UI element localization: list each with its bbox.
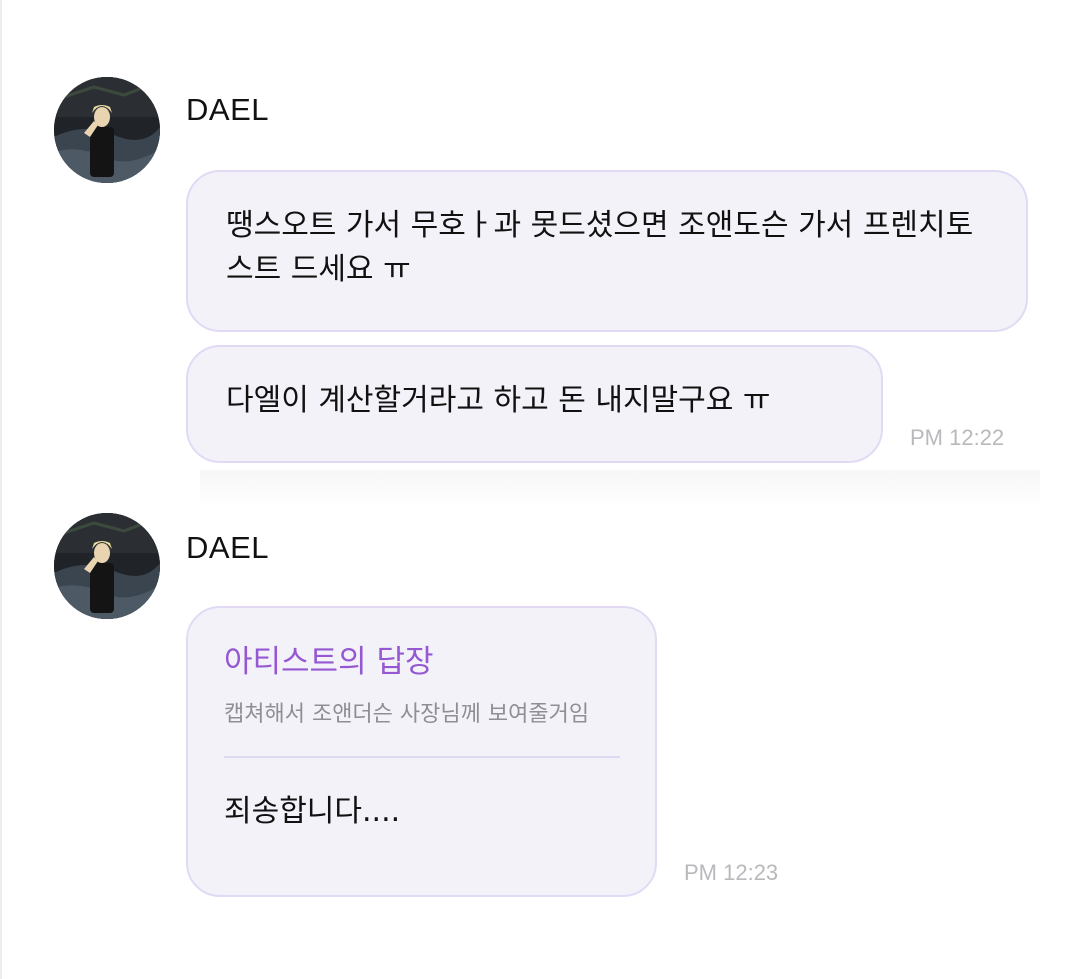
sender-avatar[interactable] (54, 513, 160, 619)
message-text: 땡스오트 가서 무호ㅏ과 못드셨으면 조앤도슨 가서 프렌치토스트 드세요 ㅠ (226, 208, 974, 287)
separator-shadow (200, 470, 1040, 508)
reply-text: 죄송합니다.... (224, 794, 401, 829)
sender-name: DAEL (186, 530, 269, 565)
artist-reply-title: 아티스트의 답장 (224, 644, 434, 680)
reply-divider (224, 756, 620, 758)
message-bubble[interactable]: 땡스오트 가서 무호ㅏ과 못드셨으면 조앤도슨 가서 프렌치토스트 드세요 ㅠ (186, 170, 1028, 332)
quoted-message: 캡쳐해서 조앤더슨 사장님께 보여줄거임 (224, 702, 590, 727)
reply-bubble[interactable]: 아티스트의 답장 캡쳐해서 조앤더슨 사장님께 보여줄거임 죄송합니다.... (186, 606, 657, 897)
message-text: 다엘이 계산할거라고 하고 돈 내지말구요 ㅠ (226, 383, 771, 418)
sender-avatar[interactable] (54, 77, 160, 183)
sender-name: DAEL (186, 92, 269, 127)
message-timestamp: PM 12:22 (910, 425, 1005, 450)
screen-edge (0, 0, 2, 979)
message-timestamp: PM 12:23 (684, 860, 779, 885)
message-bubble[interactable]: 다엘이 계산할거라고 하고 돈 내지말구요 ㅠ (186, 345, 883, 463)
